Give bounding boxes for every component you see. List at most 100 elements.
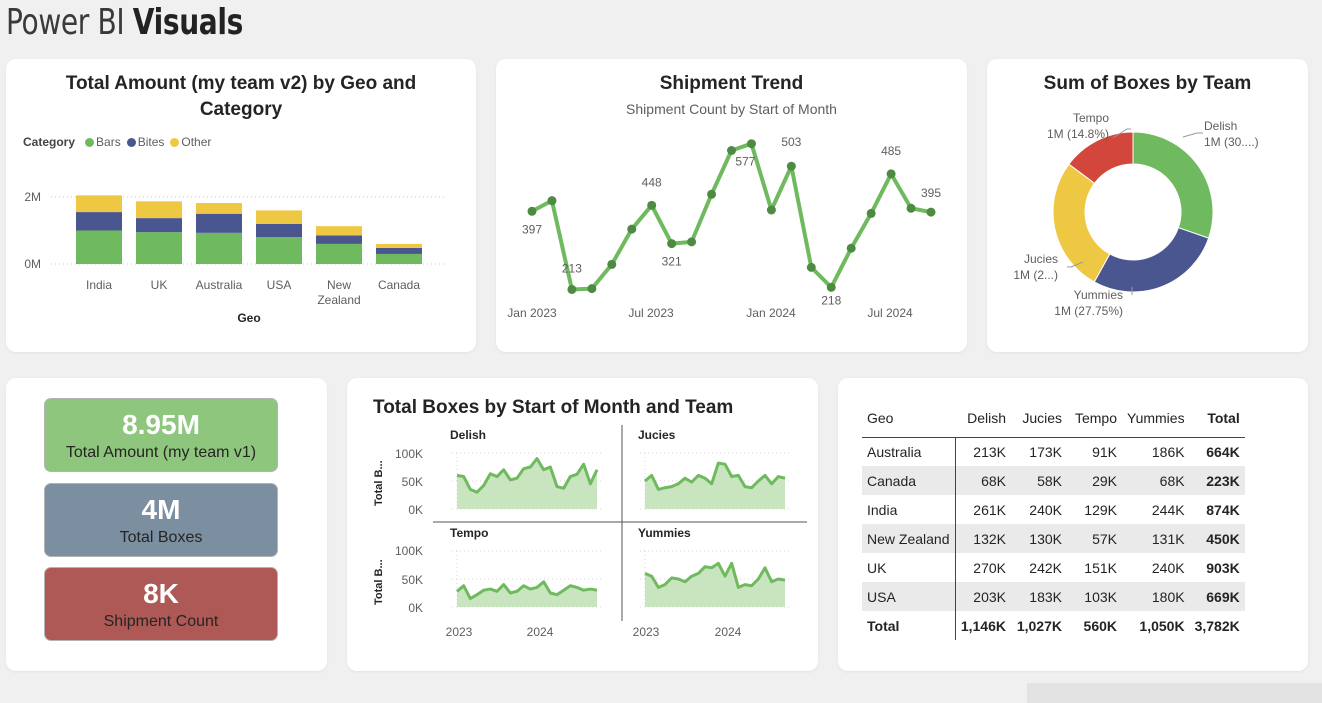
donut-slices[interactable] — [1052, 131, 1214, 293]
legend-item-other[interactable]: Other — [170, 135, 211, 149]
cell-jucies: 183K — [1011, 582, 1067, 611]
table-row: Canada 68K 58K 29K 68K 223K — [862, 466, 1245, 495]
kpi-total-amount[interactable]: 8.95M Total Amount (my team v1) — [44, 398, 278, 472]
donut-label-tempo-value: 1M (14.8%) — [1047, 127, 1109, 141]
panel-title-jucies: Jucies — [638, 428, 676, 442]
col-header-total[interactable]: Total — [1189, 400, 1245, 438]
geo-team-table-card[interactable]: Geo Delish Jucies Tempo Yummies Total Au… — [838, 378, 1308, 671]
y-tick-top-50k: 50K — [402, 475, 423, 489]
col-header-tempo[interactable]: Tempo — [1067, 400, 1122, 438]
y-axis-label-bottom: Total B... — [373, 559, 385, 605]
cell-geo: Australia — [862, 437, 956, 466]
kpi-total-boxes-label: Total Boxes — [119, 529, 203, 546]
donut-chart-svg[interactable]: Delish 1M (30....) Tempo 1M (14.8%) Juci… — [987, 59, 1308, 352]
legend-other-dot — [170, 138, 180, 148]
bar-india-other — [76, 195, 122, 213]
trend-data-label: 395 — [921, 186, 941, 200]
col-header-jucies[interactable]: Jucies — [1011, 400, 1067, 438]
shipment-trend-svg[interactable]: 397 213 448 321 577 503 218 485 395 Jan 2023 Jul… — [496, 59, 967, 352]
legend-item-bites[interactable]: Bites — [126, 135, 164, 149]
trend-point-apr-2024 — [826, 282, 836, 292]
cell-total: 223K — [1189, 466, 1245, 495]
kpi-total-amount-label: Total Amount (my team v1) — [65, 444, 257, 461]
x-tick-usa: USA — [267, 278, 292, 292]
bar-new-zealand-other — [316, 226, 362, 236]
trend-point-jun-2023 — [627, 224, 637, 234]
kpi-total-boxes[interactable]: 4M Total Boxes — [44, 483, 278, 557]
bar-australia-bites — [196, 213, 242, 233]
x-axis-label: Geo — [237, 311, 260, 325]
geo-category-chart-card[interactable]: Total Amount (my team v2) by Geo and Cat… — [6, 59, 476, 352]
kpi-shipment-count[interactable]: 8K Shipment Count — [44, 567, 278, 641]
trend-data-label: 448 — [642, 175, 662, 189]
bar-canada-other — [376, 243, 422, 248]
table-row: Australia 213K 173K 91K 186K 664K — [862, 437, 1245, 466]
x-tick-india: India — [86, 278, 112, 292]
small-multiples-areas[interactable] — [452, 452, 790, 608]
area-delish — [457, 458, 597, 509]
donut-label-yummies-value: 1M (27.75%) — [1054, 304, 1123, 318]
table-row: New Zealand 132K 130K 57K 131K 450K — [862, 524, 1245, 553]
geo-team-matrix[interactable]: Geo Delish Jucies Tempo Yummies Total Au… — [862, 400, 1245, 640]
legend-title: Category — [23, 135, 76, 149]
col-header-yummies[interactable]: Yummies — [1122, 400, 1190, 438]
y-tick-0m: 0M — [24, 257, 41, 271]
cell-yummies: 240K — [1151, 559, 1185, 576]
x-tick-australia: Australia — [196, 278, 243, 292]
geo-bar-chart-svg[interactable]: 2M 0M India UK Australia USA NewZealand Canad… — [6, 152, 476, 352]
legend-item-bars[interactable]: Bars — [85, 135, 121, 149]
cell-jucies-total: 1,027K — [1016, 617, 1062, 634]
bar-group[interactable]: India UK Australia USA NewZealand Canada — [76, 195, 422, 307]
page-title: Power BI Visuals — [6, 2, 243, 43]
shipment-trend-card[interactable]: Shipment Trend Shipment Count by Start o… — [496, 59, 967, 352]
bar-usa-bites — [256, 223, 302, 238]
trend-point-jun-2024 — [866, 208, 876, 218]
cell-jucies: 242K — [1029, 559, 1062, 576]
col-header-geo[interactable]: Geo — [862, 400, 955, 438]
bar-india-bars — [76, 230, 122, 264]
x-tick-right-2023: 2023 — [633, 625, 660, 639]
table-row: USA 203K 183K 103K 180K 669K — [862, 582, 1245, 611]
donut-label-jucies-name: Jucies — [1024, 252, 1058, 266]
trend-point-jul-2024 — [886, 169, 896, 179]
donut-slice-delish — [1132, 131, 1214, 239]
bar-canada-bars — [376, 253, 422, 264]
kpi-card: 8.95M Total Amount (my team v1) 4M Total… — [6, 378, 327, 671]
small-multiples-svg[interactable]: Delish Jucies Tempo Yummies Total B... T… — [347, 378, 818, 671]
trend-point-feb-2024 — [786, 161, 796, 171]
donut-label-tempo-name: Tempo — [1073, 111, 1109, 125]
trend-data-label: 485 — [881, 144, 901, 158]
trend-line-group[interactable]: 397 213 448 321 577 503 218 485 395 — [522, 135, 941, 307]
kpi-shipment-count-label: Shipment Count — [103, 613, 219, 630]
cell-yummies: 131K — [1122, 524, 1190, 553]
legend-bars-dot — [85, 138, 95, 148]
x-tick-left-2024: 2024 — [527, 625, 554, 639]
panel-title-tempo: Tempo — [450, 526, 488, 540]
donut-label-delish-value: 1M (30....) — [1204, 135, 1259, 149]
bar-usa-other — [256, 210, 302, 224]
cell-tempo: 29K — [1067, 466, 1122, 495]
bar-uk-other — [136, 201, 182, 219]
bar-uk-bars — [136, 232, 182, 264]
x-tick-jan-2024: Jan 2024 — [746, 306, 796, 320]
x-tick-new-zealand: Zealand — [317, 293, 360, 307]
cell-geo: USA — [862, 582, 956, 611]
x-tick-right-2024: 2024 — [715, 625, 742, 639]
donut-slice-yummies — [1093, 227, 1210, 293]
donut-label-delish-name: Delish — [1204, 119, 1237, 133]
x-tick-uk: UK — [151, 278, 168, 292]
col-header-delish[interactable]: Delish — [955, 400, 1011, 438]
cell-geo: New Zealand — [862, 524, 956, 553]
cell-tempo: 103K — [1067, 582, 1122, 611]
cell-delish: 203K — [955, 582, 1011, 611]
small-multiples-card[interactable]: Total Boxes by Start of Month and Team D… — [347, 378, 818, 671]
panel-title-yummies: Yummies — [638, 526, 691, 540]
boxes-by-team-card[interactable]: Sum of Boxes by Team Delish 1M (30....) … — [987, 59, 1308, 352]
cell-tempo: 129K — [1084, 501, 1117, 518]
cell-yummies: 244K — [1151, 501, 1185, 518]
y-tick-bottom-50k: 50K — [402, 573, 423, 587]
cell-jucies: 173K — [1029, 443, 1062, 460]
donut-label-jucies-value: 1M (2...) — [1013, 268, 1058, 282]
cell-tempo: 57K — [1067, 524, 1122, 553]
kpi-total-boxes-value: 4M — [141, 494, 181, 525]
